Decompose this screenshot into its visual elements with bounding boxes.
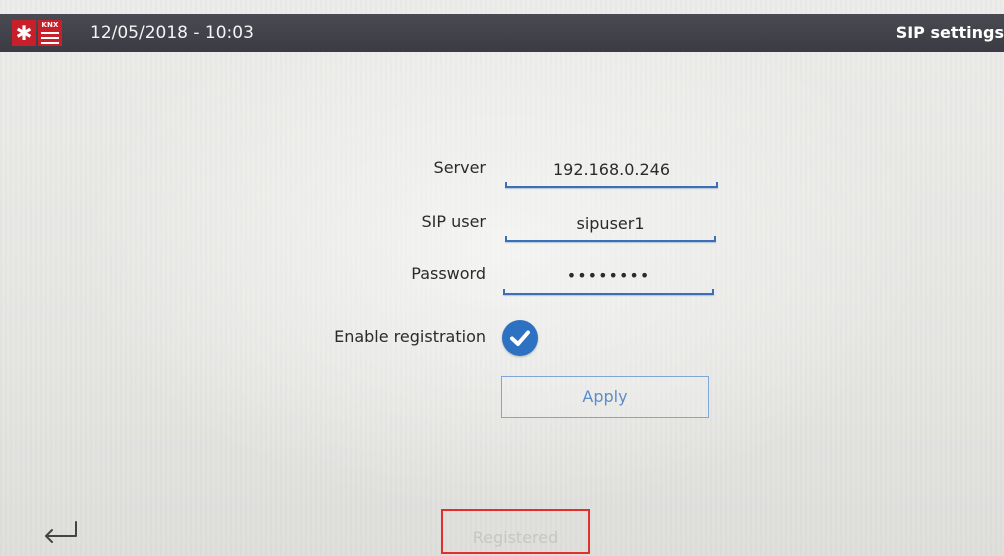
- registration-status: Registered: [472, 528, 559, 547]
- snowflake-icon: ✱: [12, 20, 36, 46]
- password-field-underline: [503, 289, 714, 295]
- screen: ✱ KNX 12/05/2018 - 10:03 SIP settings Se…: [0, 0, 1004, 556]
- top-bar: ✱ KNX 12/05/2018 - 10:03 SIP settings: [0, 14, 1004, 52]
- checkmark-icon: [510, 330, 530, 346]
- server-field-underline: [505, 182, 718, 188]
- date-time: 12/05/2018 - 10:03: [90, 23, 254, 43]
- sip-user-field-underline: [505, 236, 716, 242]
- server-label: Server: [433, 158, 486, 177]
- password-label: Password: [411, 264, 486, 283]
- apply-button[interactable]: Apply: [501, 376, 709, 418]
- sip-user-label: SIP user: [421, 212, 486, 231]
- enable-registration-checkbox[interactable]: [502, 320, 538, 356]
- password-field[interactable]: ••••••••: [503, 266, 714, 285]
- page-title: SIP settings: [895, 23, 1004, 42]
- registration-status-highlight: Registered: [441, 509, 590, 554]
- server-field[interactable]: 192.168.0.246: [505, 160, 718, 179]
- knx-logo-text: KNX: [41, 21, 59, 29]
- apply-button-label: Apply: [582, 387, 628, 406]
- knx-logo: KNX: [38, 20, 62, 46]
- enable-registration-label: Enable registration: [334, 327, 486, 346]
- sip-user-field[interactable]: sipuser1: [505, 214, 716, 233]
- return-arrow-icon[interactable]: [42, 520, 80, 546]
